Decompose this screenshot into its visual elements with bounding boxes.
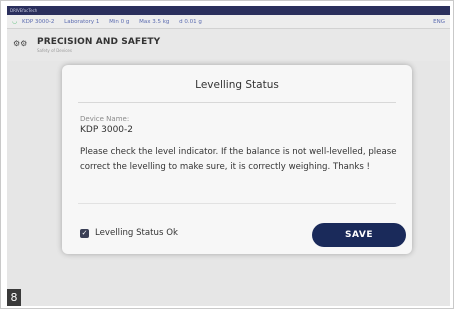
status-min: Min 0 g [109,19,130,25]
status-bar: ◡ KDP 3000-2 Laboratory 1 Min 0 g Max 3.… [7,15,450,29]
levelling-ok-checkbox[interactable]: ✓ [80,229,89,238]
app-header: ⚙⚙ PRECISION AND SAFETY Safety of Device… [7,29,450,61]
status-items: KDP 3000-2 Laboratory 1 Min 0 g Max 3.5 … [22,15,210,29]
divider [78,102,396,103]
device-screen: DRIVEfacTech ◡ KDP 3000-2 Laboratory 1 M… [7,6,450,306]
levelling-ok-label[interactable]: Levelling Status Ok [95,228,178,238]
divider [78,203,396,204]
page-title: PRECISION AND SAFETY [37,37,161,47]
status-device: KDP 3000-2 [22,19,55,25]
wifi-icon: ◡ [12,18,18,25]
save-button[interactable]: SAVE [312,223,406,247]
figure-frame: DRIVEfacTech ◡ KDP 3000-2 Laboratory 1 M… [0,0,454,309]
device-name-label: Device Name: [80,115,130,123]
device-name-value: KDP 3000-2 [80,125,133,135]
page-subtitle: Safety of Devices [37,48,72,53]
status-resolution: d 0.01 g [179,19,202,25]
window-titlebar: DRIVEfacTech [7,6,450,15]
levelling-status-dialog: Levelling Status Device Name: KDP 3000-2… [62,65,412,254]
status-max: Max 3.5 kg [139,19,170,25]
brand-logo-icon: ⚙⚙ [13,39,28,48]
figure-number-badge: 8 [7,289,21,306]
language-selector[interactable]: ENG [433,15,445,29]
dialog-message: Please check the level indicator. If the… [80,147,397,172]
dialog-title: Levelling Status [195,79,279,91]
status-location: Laboratory 1 [64,19,100,25]
